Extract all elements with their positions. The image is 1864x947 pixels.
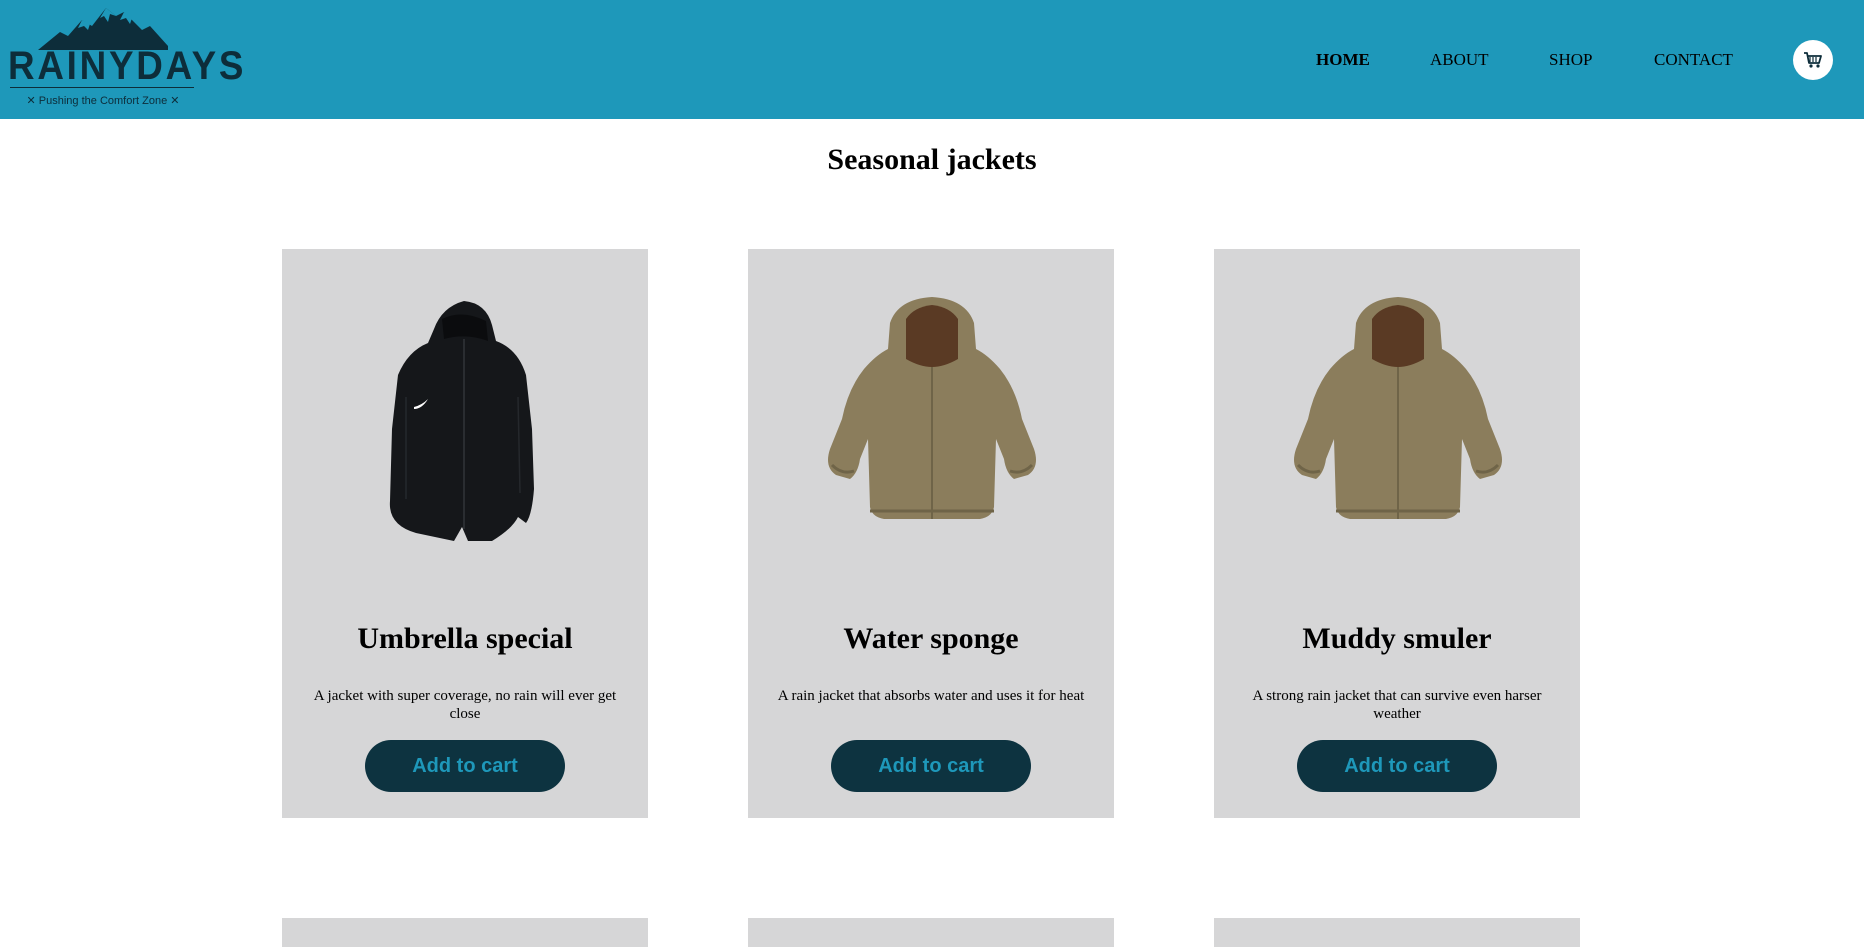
product-description: A rain jacket that absorbs water and use… bbox=[777, 688, 1085, 704]
product-card-partial bbox=[282, 918, 648, 947]
product-image-black-jacket bbox=[389, 301, 534, 541]
product-card: Water sponge A rain jacket that absorbs … bbox=[748, 249, 1114, 818]
product-title: Muddy smuler bbox=[1302, 622, 1492, 655]
brand-name: RAINYDAYS bbox=[8, 44, 247, 88]
product-description: A strong rain jacket that can survive ev… bbox=[1252, 688, 1542, 722]
shopping-cart-icon bbox=[1804, 52, 1822, 68]
nav-about[interactable]: ABOUT bbox=[1430, 50, 1489, 70]
nav-home[interactable]: HOME bbox=[1316, 50, 1370, 70]
nav-shop[interactable]: SHOP bbox=[1549, 50, 1592, 70]
add-to-cart-button[interactable]: Add to cart bbox=[365, 740, 565, 792]
product-card: Muddy smuler A strong rain jacket that c… bbox=[1214, 249, 1580, 818]
product-card: Umbrella special A jacket with super cov… bbox=[282, 249, 648, 818]
product-description: A jacket with super coverage, no rain wi… bbox=[313, 688, 617, 722]
product-title: Umbrella special bbox=[357, 622, 573, 655]
product-image-olive-jacket bbox=[1294, 297, 1502, 519]
nav-contact[interactable]: CONTACT bbox=[1654, 50, 1733, 70]
product-title: Water sponge bbox=[843, 622, 1019, 655]
product-card-partial bbox=[748, 918, 1114, 947]
site-header: RAINYDAYS ✕ Pushing the Comfort Zone ✕ H… bbox=[0, 0, 1864, 119]
logo-divider bbox=[10, 87, 194, 88]
product-image-olive-jacket bbox=[828, 297, 1036, 519]
product-card-partial bbox=[1214, 918, 1580, 947]
brand-logo[interactable]: RAINYDAYS ✕ Pushing the Comfort Zone ✕ bbox=[6, 6, 247, 112]
brand-tagline: ✕ Pushing the Comfort Zone ✕ bbox=[26, 95, 180, 107]
page-title: Seasonal jackets bbox=[827, 143, 1037, 176]
add-to-cart-button[interactable]: Add to cart bbox=[1297, 740, 1497, 792]
add-to-cart-button[interactable]: Add to cart bbox=[831, 740, 1031, 792]
cart-button[interactable] bbox=[1793, 40, 1833, 80]
